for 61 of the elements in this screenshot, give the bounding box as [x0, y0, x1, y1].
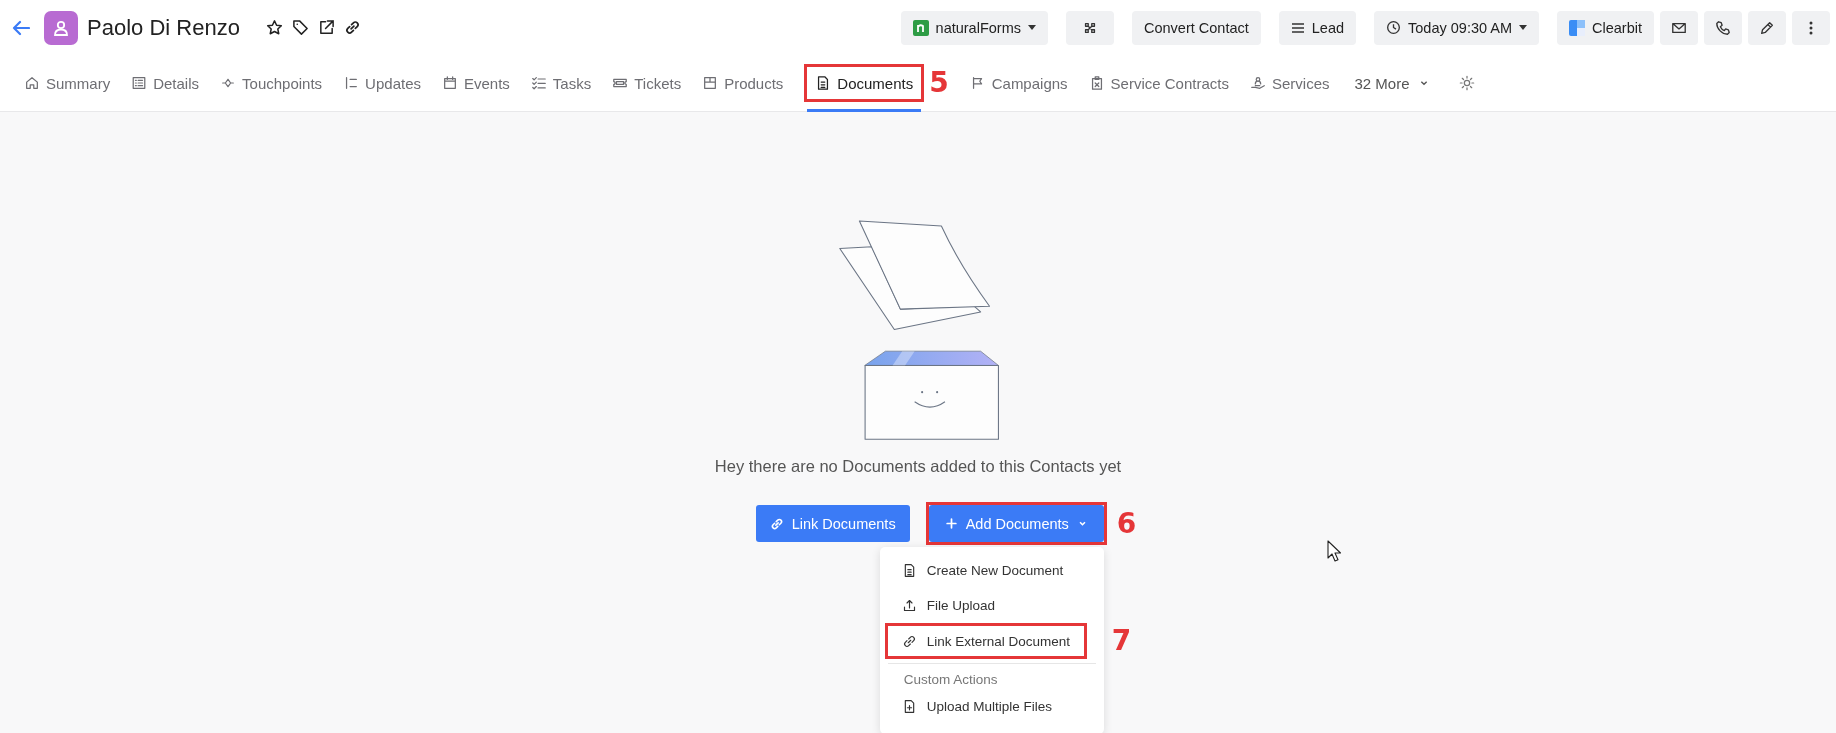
mouse-cursor-icon: [1327, 540, 1341, 562]
contact-name: Paolo Di Renzo: [87, 14, 240, 41]
tab[interactable]: Tickets: [612, 68, 682, 98]
tab[interactable]: Services: [1249, 68, 1330, 98]
app-logo-icon: [912, 19, 929, 36]
edit-icon: [1759, 19, 1775, 36]
box-icon: [702, 75, 719, 91]
lead-button[interactable]: Lead: [1278, 10, 1357, 45]
empty-state-message: Hey there are no Documents added to this Contacts yet: [714, 457, 1122, 476]
edit-button[interactable]: [1748, 10, 1786, 45]
network-button[interactable]: [1066, 10, 1114, 45]
upload-icon: [901, 598, 917, 613]
call-button[interactable]: [1704, 10, 1742, 45]
contact-avatar: [44, 10, 78, 45]
callout-number: 5: [929, 69, 949, 97]
convert-contact-button[interactable]: Convert Contact: [1132, 10, 1261, 45]
tab[interactable]: Events: [442, 68, 510, 98]
email-button[interactable]: [1660, 10, 1698, 45]
date-dropdown[interactable]: Today 09:30 AM: [1374, 10, 1540, 45]
back-arrow-icon[interactable]: [12, 19, 30, 36]
app-dropdown[interactable]: naturalForms: [900, 10, 1048, 45]
tab[interactable]: Touchpoints: [220, 68, 323, 98]
callout-number: 6: [1116, 509, 1137, 538]
tab[interactable]: Tasks: [530, 68, 592, 98]
list-icon: [131, 75, 148, 91]
checklist-icon: [530, 75, 547, 91]
menu-section-heading: Custom Actions: [902, 671, 999, 689]
clearbit-button[interactable]: Clearbit: [1557, 10, 1654, 45]
external-link-icon: [317, 19, 335, 36]
link-icon: [343, 19, 361, 36]
add-documents-button[interactable]: Add Documents: [928, 505, 1104, 542]
tab[interactable]: Products: [702, 68, 784, 98]
tab[interactable]: Updates: [343, 68, 421, 98]
phone-icon: [1715, 19, 1731, 36]
menu-item[interactable]: Create New Document: [879, 553, 1104, 588]
home-icon: [24, 75, 40, 91]
star-icon: [265, 19, 283, 36]
callout-number: 7: [1111, 627, 1132, 655]
menu-item[interactable]: Upload Multiple Files: [879, 689, 1104, 724]
more-tabs-button[interactable]: 32 More: [1354, 68, 1430, 98]
link-documents-button[interactable]: Link Documents: [755, 505, 910, 542]
menu-item[interactable]: File Upload: [879, 588, 1104, 623]
menu-lines-icon: [1290, 21, 1305, 34]
tab[interactable]: Details: [131, 68, 200, 98]
tab[interactable]: Service Contracts: [1088, 68, 1229, 98]
tab[interactable]: Campaigns: [969, 68, 1068, 98]
menu-item[interactable]: Link External Document: [887, 626, 1084, 656]
plus-icon: [944, 517, 958, 530]
hand-icon: [1249, 75, 1266, 91]
settings-icon[interactable]: [1458, 75, 1475, 91]
caret-icon: [1028, 25, 1036, 30]
clearbit-logo-icon: [1569, 19, 1586, 36]
link-icon: [901, 633, 917, 649]
tag-icon: [291, 19, 309, 36]
clock-icon: [1386, 20, 1402, 35]
link-icon: [769, 516, 784, 531]
steps-icon: [343, 75, 360, 91]
caret-icon: [1519, 25, 1528, 30]
calendar-icon: [442, 75, 458, 91]
more-icon: [1809, 20, 1813, 35]
tab[interactable]: Summary: [24, 68, 111, 98]
